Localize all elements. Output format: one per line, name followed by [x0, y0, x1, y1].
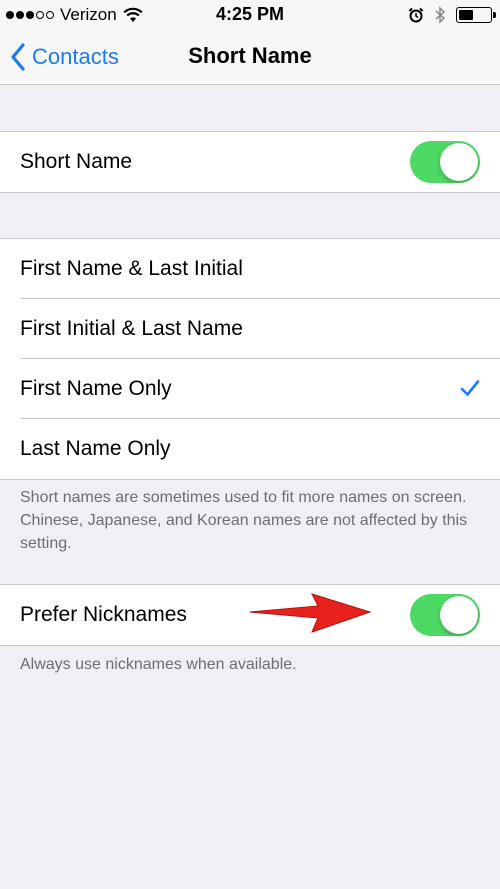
battery-icon	[456, 7, 496, 23]
option-first-initial-last-name[interactable]: First Initial & Last Name	[0, 299, 500, 359]
prefer-nicknames-label: Prefer Nicknames	[20, 603, 187, 626]
checkmark-icon	[460, 380, 480, 396]
option-first-name-last-initial[interactable]: First Name & Last Initial	[0, 239, 500, 299]
short-name-label: Short Name	[20, 150, 133, 173]
bluetooth-icon	[435, 6, 446, 24]
alarm-icon	[408, 7, 424, 23]
status-right	[408, 6, 496, 24]
nicknames-footer-note: Always use nicknames when available.	[20, 656, 297, 673]
status-bar: Verizon 4:25 PM	[0, 0, 500, 30]
format-footer-note: Short names are sometimes used to fit mo…	[20, 489, 468, 552]
option-label: First Initial & Last Name	[20, 317, 243, 340]
short-name-row: Short Name	[0, 132, 500, 192]
red-arrow-annotation-icon	[249, 593, 372, 633]
option-label: First Name & Last Initial	[20, 257, 243, 280]
format-options-group: First Name & Last Initial First Initial …	[0, 238, 500, 480]
option-first-name-only[interactable]: First Name Only	[0, 359, 500, 419]
prefer-nicknames-toggle[interactable]	[410, 594, 480, 636]
short-name-group: Short Name	[0, 131, 500, 193]
page-title: Short Name	[188, 43, 312, 68]
option-label: Last Name Only	[20, 437, 171, 460]
option-last-name-only[interactable]: Last Name Only	[0, 419, 500, 479]
toggle-knob	[440, 596, 478, 634]
short-name-toggle[interactable]	[410, 141, 480, 183]
navigation-bar: Contacts Short Name	[0, 30, 500, 85]
option-label: First Name Only	[20, 377, 172, 400]
toggle-knob	[440, 143, 478, 181]
